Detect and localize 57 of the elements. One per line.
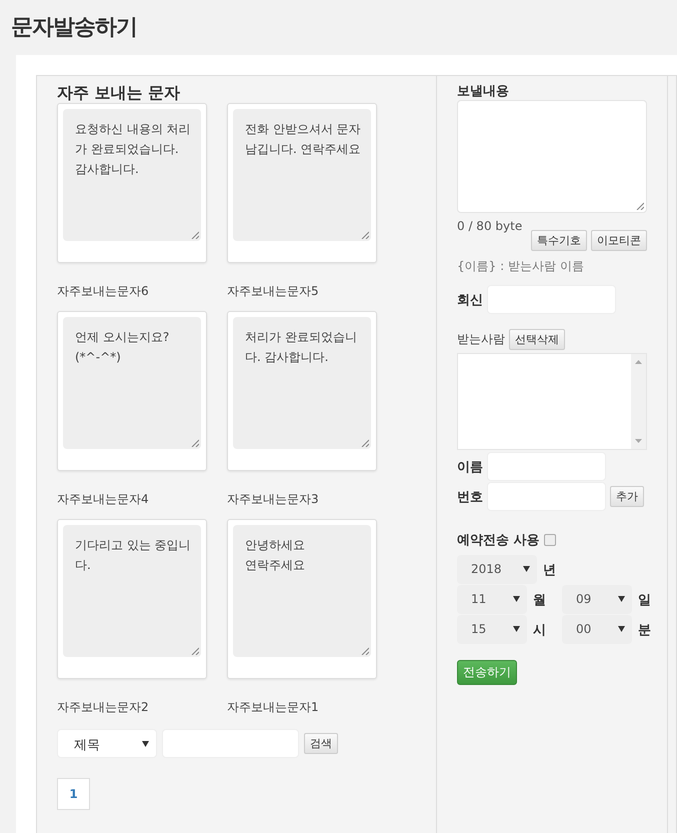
template-textarea[interactable]: 처리가 완료되었습니다. 감사합니다.: [233, 317, 371, 449]
reply-label: 회신: [457, 292, 483, 308]
dropdown-caret-icon: [513, 626, 520, 632]
resize-grip-icon[interactable]: [361, 647, 369, 655]
resize-grip-icon[interactable]: [361, 231, 369, 239]
resize-grip-icon[interactable]: [361, 439, 369, 447]
date-select[interactable]: 2018: [457, 555, 537, 584]
hint-text: {이름} : 받는사람 이름: [457, 258, 585, 275]
recipients-label: 받는사람: [457, 331, 505, 348]
date-unit-label: 년: [543, 562, 556, 578]
template-textarea[interactable]: 안녕하세요 연락주세요: [233, 525, 371, 657]
date-select[interactable]: 00: [562, 615, 632, 644]
template-label: 자주보내는문자1: [227, 699, 320, 716]
date-unit-label: 월: [533, 592, 546, 608]
message-heading: 보낼내용: [457, 83, 510, 100]
section-heading: 자주 보내는 문자: [57, 83, 182, 103]
template-textarea[interactable]: 기다리고 있는 중입니다.: [63, 525, 201, 657]
template-label: 자주보내는문자6: [57, 283, 150, 300]
date-unit-label: 시: [533, 622, 546, 638]
resize-grip-icon[interactable]: [191, 647, 199, 655]
template-label: 자주보내는문자3: [227, 491, 320, 508]
delete-selected-button[interactable]: 선택삭제: [509, 329, 565, 350]
byte-counter: 0 / 80 byte: [457, 219, 524, 233]
dropdown-caret-icon: [523, 566, 530, 572]
template-label: 자주보내는문자5: [227, 283, 320, 300]
date-unit-label: 일: [638, 592, 651, 608]
dropdown-caret-icon: [618, 626, 625, 632]
dropdown-caret-icon: [142, 741, 149, 747]
date-select[interactable]: 11: [457, 585, 527, 614]
date-unit-label: 분: [638, 622, 651, 638]
dropdown-caret-icon: [618, 596, 625, 602]
name-label: 이름: [457, 458, 483, 476]
date-select[interactable]: 15: [457, 615, 527, 644]
scroll-down-icon[interactable]: [635, 439, 642, 443]
reservation-label: 예약전송 사용: [457, 532, 540, 549]
search-button[interactable]: 검색: [304, 733, 338, 754]
resize-grip-icon[interactable]: [636, 202, 644, 210]
resize-grip-icon[interactable]: [191, 231, 199, 239]
page-title: 문자발송하기: [10, 14, 138, 42]
recipients-list[interactable]: [457, 353, 647, 450]
resize-grip-icon[interactable]: [191, 439, 199, 447]
dropdown-caret-icon: [513, 596, 520, 602]
insert-button[interactable]: 특수기호: [531, 230, 587, 251]
template-textarea[interactable]: 요청하신 내용의 처리가 완료되었습니다. 감사합니다.: [63, 109, 201, 241]
template-textarea[interactable]: 전화 안받으셔서 문자 남깁니다. 연락주세요: [233, 109, 371, 241]
template-textarea[interactable]: 언제 오시는지요? (*^-^*): [63, 317, 201, 449]
page-link[interactable]: 1: [57, 778, 90, 810]
reservation-checkbox[interactable]: [544, 534, 556, 546]
date-select[interactable]: 09: [562, 585, 632, 614]
insert-button[interactable]: 이모티콘: [591, 230, 647, 251]
add-button[interactable]: 추가: [610, 486, 644, 507]
number-label: 번호: [457, 488, 483, 506]
scrollbar[interactable]: [631, 354, 646, 449]
template-label: 자주보내는문자2: [57, 699, 150, 716]
scroll-up-icon[interactable]: [635, 360, 642, 364]
search-select[interactable]: 제목: [57, 729, 157, 758]
template-label: 자주보내는문자4: [57, 491, 150, 508]
